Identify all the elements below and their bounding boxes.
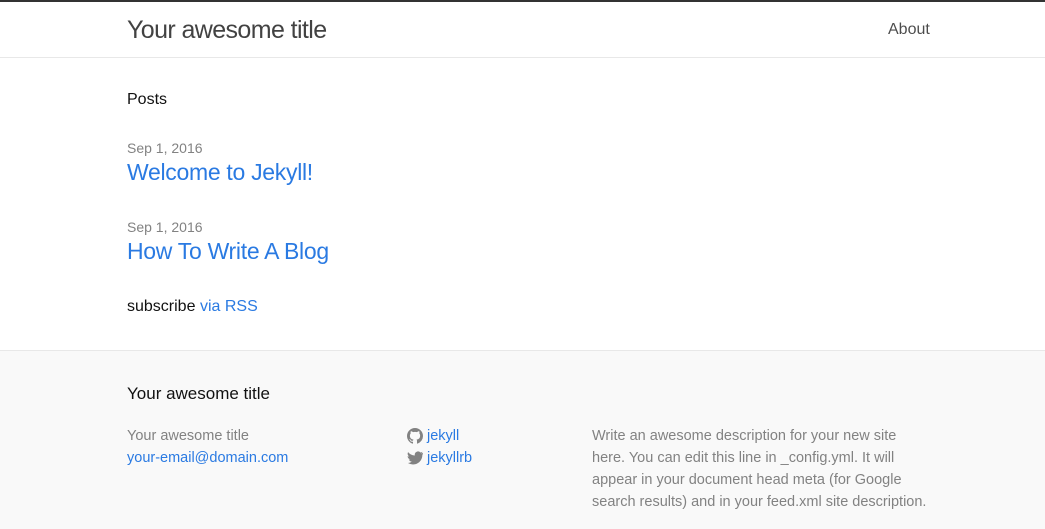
footer-site-name: Your awesome title [127,428,249,444]
footer-email-link[interactable]: your-email@domain.com [127,450,288,466]
post-date: Sep 1, 2016 [127,140,203,156]
github-username-link[interactable]: jekyll [427,425,459,447]
site-header: Your awesome title About [0,0,1045,58]
rss-prefix: subscribe [127,298,196,315]
footer-description: Write an awesome description for your ne… [592,428,927,510]
twitter-icon [407,451,423,465]
nav-link-about[interactable]: About [888,20,930,40]
post-list-item: Sep 1, 2016 Welcome to Jekyll! [127,139,827,187]
footer-social-column: jekyll jekyllrb [407,425,472,469]
twitter-username-link[interactable]: jekyllrb [427,447,472,469]
post-title-link[interactable]: How To Write A Blog [127,236,827,266]
site-footer: Your awesome title Your awesome title yo… [0,350,1045,529]
post-date: Sep 1, 2016 [127,219,203,235]
post-list-item: Sep 1, 2016 How To Write A Blog [127,218,827,266]
rss-subscribe: subscribe via RSS [127,297,258,317]
footer-heading: Your awesome title [127,384,271,403]
post-title-link[interactable]: Welcome to Jekyll! [127,157,827,187]
page-heading: Posts [127,91,168,108]
rss-link[interactable]: via RSS [200,298,258,315]
github-icon [407,428,423,444]
site-title-link[interactable]: Your awesome title [127,15,327,45]
footer-contact-column: Your awesome title your-email@domain.com [127,425,288,469]
